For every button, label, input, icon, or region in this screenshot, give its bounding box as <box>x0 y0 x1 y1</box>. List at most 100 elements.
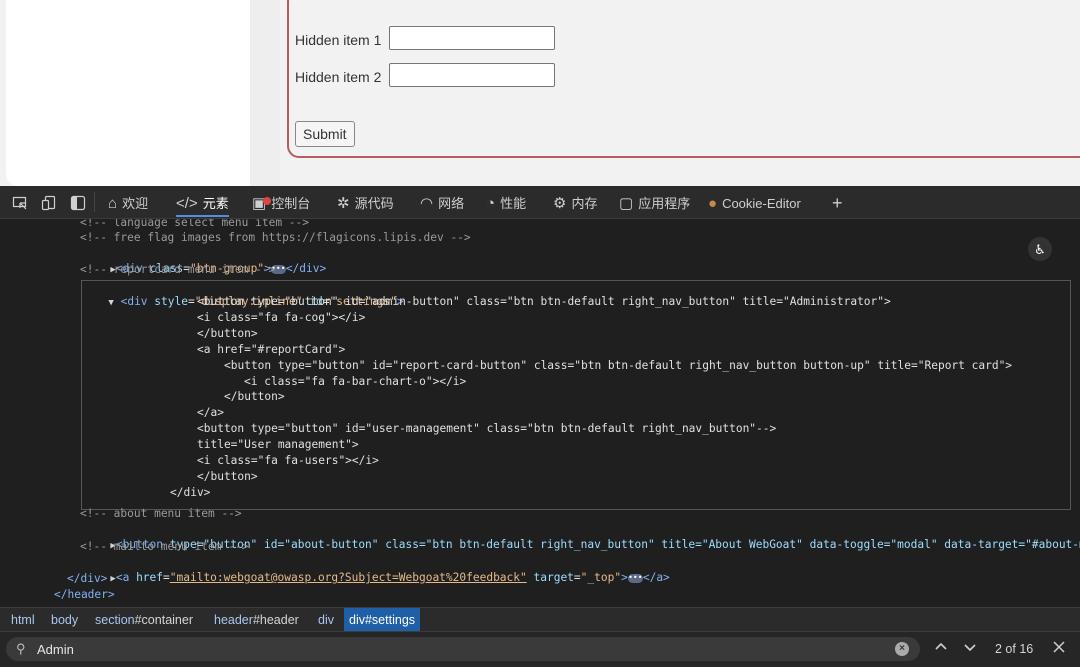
tag-open: <div <box>120 295 155 308</box>
dom-line[interactable]: <i class="fa fa-bar-chart-o"></i> <box>244 374 466 389</box>
webpage-viewport: Hidden item 1 Hidden item 2 Submit <box>0 0 1080 186</box>
clear-search-icon[interactable]: × <box>895 642 909 656</box>
attr-list: type="button" id="about-button" class="b… <box>169 538 1080 551</box>
mailto-link[interactable]: "mailto:webgoat@owasp.org?Subject=Webgoa… <box>170 571 527 584</box>
tab-console-label: 控制台 <box>271 196 311 211</box>
dom-line[interactable]: ▶<a href="mailto:webgoat@owasp.org?Subje… <box>70 555 669 602</box>
breadcrumb-section[interactable]: section#container <box>90 608 198 631</box>
close-search-icon[interactable] <box>1052 640 1066 657</box>
console-icon: ▣ <box>252 186 271 221</box>
dom-line[interactable]: </button> <box>224 389 285 404</box>
dom-line[interactable]: </a> <box>197 405 224 420</box>
tab-elements-label: 元素 <box>202 196 229 211</box>
tab-memory[interactable]: ⚙ 内存 <box>553 186 597 219</box>
page-gutter <box>250 0 280 186</box>
hidden-item-2-input[interactable] <box>389 63 555 87</box>
error-badge <box>263 197 271 205</box>
dom-line[interactable]: <!-- about menu item --> <box>80 506 242 521</box>
breadcrumb-tag: div <box>318 613 334 627</box>
tab-cookie-editor-label: Cookie-Editor <box>722 196 801 211</box>
hidden-item-1-row: Hidden item 1 <box>295 26 555 50</box>
search-icon: ⚲ <box>16 641 26 656</box>
tab-elements[interactable]: </> 元素 <box>176 186 229 219</box>
inspect-element-icon[interactable] <box>12 195 28 211</box>
dom-line[interactable]: title="User management"> <box>197 437 359 452</box>
devtools-panel: ⌂ 欢迎 </> 元素 ▣ 控制台 ✲ 源代码 ◠ 网络 ◔ 性能 ⚙ 内存 ▢ 应用程序 ● C… <box>0 186 1080 667</box>
dom-line[interactable]: <button type="button" id="user-managemen… <box>197 421 776 436</box>
dom-line[interactable]: <!-- mailto menu item --> <box>80 539 248 554</box>
home-icon: ⌂ <box>108 195 118 212</box>
breadcrumb-id: #settings <box>364 613 416 627</box>
breadcrumb-header[interactable]: header#header <box>209 608 304 631</box>
toolbar-separator <box>94 192 95 212</box>
breadcrumb: html body section#container header#heade… <box>0 607 1080 632</box>
tab-network[interactable]: ◠ 网络 <box>420 186 464 219</box>
hidden-item-2-label: Hidden item 2 <box>295 69 382 86</box>
attr-value: "_top" <box>580 571 622 584</box>
search-input[interactable]: ⚲ Admin × <box>6 637 920 661</box>
attr-name: style <box>154 295 188 308</box>
cookie-icon: ● <box>708 195 718 212</box>
dock-sidebar-icon[interactable] <box>70 195 86 211</box>
ellipsis-badge[interactable]: ••• <box>627 573 643 583</box>
attr-name: target <box>533 571 574 584</box>
dom-line[interactable]: <!-- language select menu item --> <box>80 219 309 230</box>
hidden-item-2-row: Hidden item 2 <box>295 63 555 87</box>
breadcrumb-body[interactable]: body <box>46 608 83 631</box>
code-brackets-icon: </> <box>176 195 198 212</box>
tab-console[interactable]: ▣ 控制台 <box>252 186 310 219</box>
dom-line[interactable]: <!-- reportcard menu item --> <box>80 262 275 277</box>
device-emulation-icon[interactable] <box>41 195 57 211</box>
dom-line[interactable]: <i class="fa fa-cog"></i> <box>197 310 365 325</box>
tab-application-label: 应用程序 <box>638 196 691 211</box>
breadcrumb-tag: div <box>349 613 365 627</box>
search-value[interactable]: Admin <box>37 637 74 661</box>
tag-open: <a <box>115 571 137 584</box>
tag-close: </div> <box>285 262 327 275</box>
dom-line[interactable]: <!-- free flag images from https://flagi… <box>80 230 471 245</box>
dom-line[interactable]: </button> <box>197 326 258 341</box>
previous-match-icon[interactable] <box>934 640 948 657</box>
dom-line[interactable]: <button type="button" id="report-card-bu… <box>224 358 1012 373</box>
breadcrumb-tag: section <box>95 613 135 627</box>
dom-line[interactable]: </div> <box>170 485 210 500</box>
collapse-triangle-icon[interactable]: ▼ <box>108 298 113 308</box>
devtools-toolbar: ⌂ 欢迎 </> 元素 ▣ 控制台 ✲ 源代码 ◠ 网络 ◔ 性能 ⚙ 内存 ▢ 应用程序 ● C… <box>0 186 1080 219</box>
breadcrumb-div[interactable]: div <box>313 608 339 631</box>
dom-line[interactable]: </button> <box>197 469 258 484</box>
tab-network-label: 网络 <box>438 196 465 211</box>
tab-welcome[interactable]: ⌂ 欢迎 <box>108 186 148 219</box>
breadcrumb-tag: header <box>214 613 253 627</box>
window-icon: ▢ <box>619 195 634 212</box>
bug-icon: ✲ <box>337 195 350 212</box>
breadcrumb-tag: html <box>11 613 35 627</box>
breadcrumb-html[interactable]: html <box>6 608 40 631</box>
dom-line[interactable]: </header> <box>54 587 115 602</box>
add-tool-button[interactable]: + <box>832 186 843 219</box>
next-match-icon[interactable] <box>963 640 977 657</box>
dom-line[interactable]: <i class="fa fa-users"></i> <box>197 453 379 468</box>
accessibility-icon[interactable]: ♿ <box>1028 237 1052 261</box>
tab-cookie-editor[interactable]: ● Cookie-Editor <box>708 186 801 219</box>
attr-name: href <box>136 571 164 584</box>
breadcrumb-div-settings[interactable]: div#settings <box>344 608 421 631</box>
hidden-item-1-input[interactable] <box>389 26 555 50</box>
dom-tree: ♿ <!-- language select menu item --> <!-… <box>0 219 1080 607</box>
tab-memory-label: 内存 <box>571 196 598 211</box>
dom-line[interactable]: <a href="#reportCard"> <box>197 342 345 357</box>
plus-icon: + <box>832 193 843 213</box>
tab-performance-label: 性能 <box>500 196 527 211</box>
tab-sources[interactable]: ✲ 源代码 <box>337 186 394 219</box>
submit-button[interactable]: Submit <box>295 121 355 147</box>
tab-performance[interactable]: ◔ 性能 <box>486 186 526 219</box>
wifi-icon: ◠ <box>420 195 434 212</box>
search-bar: ⚲ Admin × 2 of 16 <box>0 632 1080 667</box>
left-panel <box>6 0 250 186</box>
gauge-icon: ◔ <box>486 195 496 212</box>
dom-line[interactable]: <button type="button" id="admin-button" … <box>197 294 891 309</box>
breadcrumb-id: #header <box>252 613 299 627</box>
hidden-item-1-label: Hidden item 1 <box>295 32 382 49</box>
breadcrumb-id: #container <box>134 613 193 627</box>
dom-line[interactable]: </div> <box>67 571 107 586</box>
tab-application[interactable]: ▢ 应用程序 <box>619 186 690 219</box>
